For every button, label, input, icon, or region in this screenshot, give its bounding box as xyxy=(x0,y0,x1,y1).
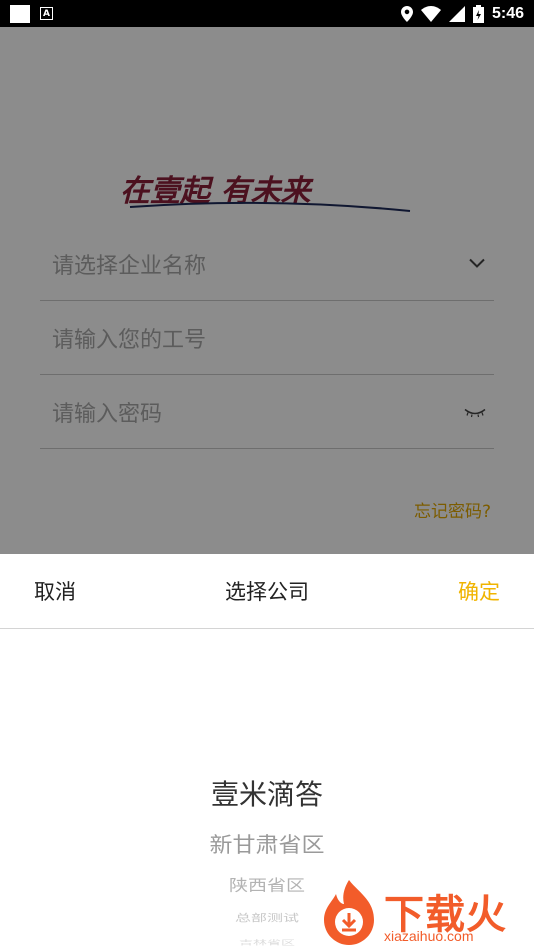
cancel-button[interactable]: 取消 xyxy=(34,576,76,606)
clock: 5:46 xyxy=(491,4,524,22)
confirm-button[interactable]: 确定 xyxy=(458,576,500,606)
picker-title: 选择公司 xyxy=(225,580,309,604)
watermark: 下载火 xiazaihuo.com xyxy=(318,876,534,950)
flame-download-icon xyxy=(324,880,374,945)
status-bar: A 5:46 xyxy=(0,0,534,27)
wifi-icon xyxy=(420,5,441,22)
notification-square-icon xyxy=(10,4,30,23)
modal-scrim[interactable] xyxy=(0,27,534,555)
picker-header: 取消 选择公司 确定 xyxy=(0,554,534,629)
picker-item-selected[interactable]: 壹米滴答 xyxy=(0,773,534,813)
watermark-url: xiazaihuo.com xyxy=(384,928,474,944)
battery-icon xyxy=(472,4,484,23)
signal-icon xyxy=(448,5,465,22)
picker-item[interactable]: 新甘肃省区 xyxy=(0,827,534,858)
location-icon xyxy=(400,5,413,22)
a-notification-icon: A xyxy=(40,7,53,20)
